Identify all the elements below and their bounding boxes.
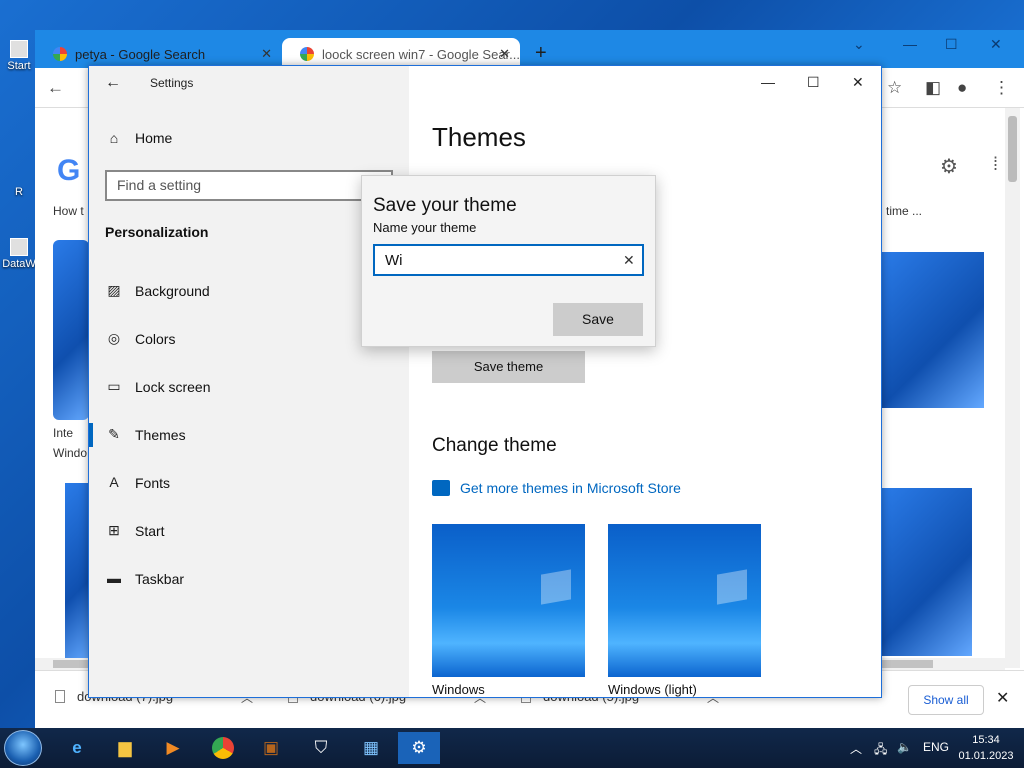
start-icon: ⊞: [108, 522, 120, 538]
vertical-scrollbar[interactable]: [1005, 108, 1020, 668]
minimize-icon[interactable]: —: [903, 36, 917, 52]
save-button[interactable]: Save: [553, 303, 643, 336]
sidepanel-icon[interactable]: ◧: [925, 78, 941, 98]
shortcut-icon: [10, 40, 28, 58]
result-image[interactable]: [65, 483, 89, 661]
taskbar-icon: ▬: [107, 570, 121, 586]
media-player-icon[interactable]: ▶: [152, 732, 194, 764]
archive-icon[interactable]: ▣: [250, 732, 292, 764]
shield-icon[interactable]: ⛉: [300, 732, 342, 764]
back-arrow-icon[interactable]: ←: [105, 74, 121, 92]
settings-content: — ☐ ✕ Themes Save theme Change theme Get…: [409, 66, 881, 697]
app-title: Settings: [150, 76, 194, 90]
chrome-icon[interactable]: [202, 732, 244, 764]
change-theme-heading: Change theme: [432, 435, 557, 456]
back-arrow-icon[interactable]: ←: [47, 78, 64, 98]
language-indicator[interactable]: ENG: [923, 740, 949, 754]
desktop-icon-r[interactable]: R: [2, 186, 36, 198]
palette-icon: ◎: [107, 330, 121, 346]
result-image[interactable]: [53, 240, 89, 420]
theme-label: Windows: [432, 682, 485, 697]
chrome-tab-bar: petya - Google Search ✕ loock screen win…: [35, 30, 1024, 68]
minimize-icon[interactable]: —: [761, 74, 775, 90]
maximize-icon[interactable]: ☐: [807, 74, 820, 91]
font-icon: A: [109, 474, 119, 490]
tab-petya[interactable]: petya - Google Search ✕: [35, 38, 282, 68]
tab-close-icon[interactable]: ✕: [499, 46, 510, 62]
theme-thumbnail-windows[interactable]: [432, 524, 585, 677]
image-icon: ▨: [107, 282, 121, 298]
network-icon[interactable]: 🖧: [874, 740, 887, 761]
dialog-title: Save your theme: [373, 195, 517, 216]
section-title: Personalization: [105, 224, 209, 240]
maximize-icon[interactable]: ☐: [945, 36, 958, 53]
file-icon: [55, 690, 65, 703]
sidebar-item-lock-screen[interactable]: ▭ Lock screen: [89, 367, 409, 407]
scrollbar-thumb[interactable]: [1008, 116, 1017, 182]
sidebar-item-fonts[interactable]: A Fonts: [89, 463, 409, 503]
store-link[interactable]: Get more themes in Microsoft Store: [432, 480, 681, 496]
settings-window: ← Settings ⌂Home Find a setting ⌕ Person…: [88, 65, 882, 698]
close-icon[interactable]: ✕: [996, 688, 1009, 708]
settings-search-input[interactable]: Find a setting ⌕: [105, 170, 393, 201]
volume-icon[interactable]: 🔈: [897, 740, 912, 754]
page-title: Themes: [432, 122, 526, 152]
settings-sidebar: ← Settings ⌂Home Find a setting ⌕ Person…: [89, 66, 409, 697]
lock-screen-icon: ▭: [107, 378, 121, 394]
save-theme-dialog: Save your theme Name your theme ✕ Save: [361, 175, 656, 347]
desktop-icon-start[interactable]: Start: [2, 40, 36, 72]
start-orb-icon[interactable]: [4, 730, 42, 766]
apps-grid-icon[interactable]: ⁞: [993, 154, 998, 175]
clock[interactable]: 15:34 01.01.2023: [956, 732, 1016, 764]
taskbar: e ▆ ▶ ▣ ⛉ ▦ ⚙ ︿ 🖧 🔈 ENG 15:34 01.01.2023: [0, 728, 1024, 768]
star-icon[interactable]: ☆: [887, 78, 902, 98]
chevron-up-icon[interactable]: ︿: [850, 740, 862, 757]
sidebar-item-start[interactable]: ⊞ Start: [89, 511, 409, 551]
profile-icon[interactable]: ●: [957, 78, 967, 98]
folder-icon[interactable]: ▆: [104, 732, 146, 764]
shortcut-icon: [10, 238, 28, 256]
network-app-icon[interactable]: ▦: [350, 732, 392, 764]
google-favicon-icon: [300, 47, 314, 61]
save-theme-button[interactable]: Save theme: [432, 351, 585, 383]
result-image[interactable]: [881, 252, 984, 408]
nav-home[interactable]: ⌂ Home: [105, 130, 173, 146]
desktop-icon-dataw[interactable]: DataW: [2, 238, 36, 270]
google-favicon-icon: [53, 47, 67, 61]
store-bag-icon: [432, 480, 450, 496]
brush-icon: ✎: [108, 426, 120, 442]
result-snippet[interactable]: Windo: [53, 446, 87, 460]
new-tab-icon[interactable]: +: [535, 42, 547, 65]
result-image[interactable]: [881, 488, 972, 656]
sidebar-item-themes[interactable]: ✎ Themes: [89, 415, 409, 455]
result-snippet[interactable]: How t: [53, 204, 84, 218]
close-icon[interactable]: ✕: [852, 74, 864, 91]
theme-thumbnail-windows-light[interactable]: [608, 524, 761, 677]
result-snippet[interactable]: d time ...: [876, 204, 922, 218]
show-all-button[interactable]: Show all: [908, 685, 984, 715]
result-snippet[interactable]: Inte: [53, 426, 73, 440]
settings-gear-icon[interactable]: ⚙: [398, 732, 440, 764]
menu-dots-icon[interactable]: ⋮: [993, 78, 1010, 98]
theme-label: Windows (light): [608, 682, 697, 697]
field-label: Name your theme: [373, 220, 477, 235]
google-logo: G: [57, 154, 81, 187]
home-icon: ⌂: [109, 130, 119, 146]
gear-icon[interactable]: ⚙: [940, 154, 958, 179]
theme-name-input[interactable]: [373, 244, 644, 276]
tab-close-icon[interactable]: ✕: [261, 46, 272, 62]
tab-lock-screen[interactable]: loock screen win7 - Google Sear... ✕: [282, 38, 520, 68]
internet-explorer-icon[interactable]: e: [56, 732, 98, 764]
sidebar-item-taskbar[interactable]: ▬ Taskbar: [89, 559, 409, 599]
clear-icon[interactable]: ✕: [623, 252, 635, 269]
close-icon[interactable]: ✕: [990, 36, 1002, 53]
chevron-down-icon[interactable]: ⌄: [853, 36, 865, 53]
